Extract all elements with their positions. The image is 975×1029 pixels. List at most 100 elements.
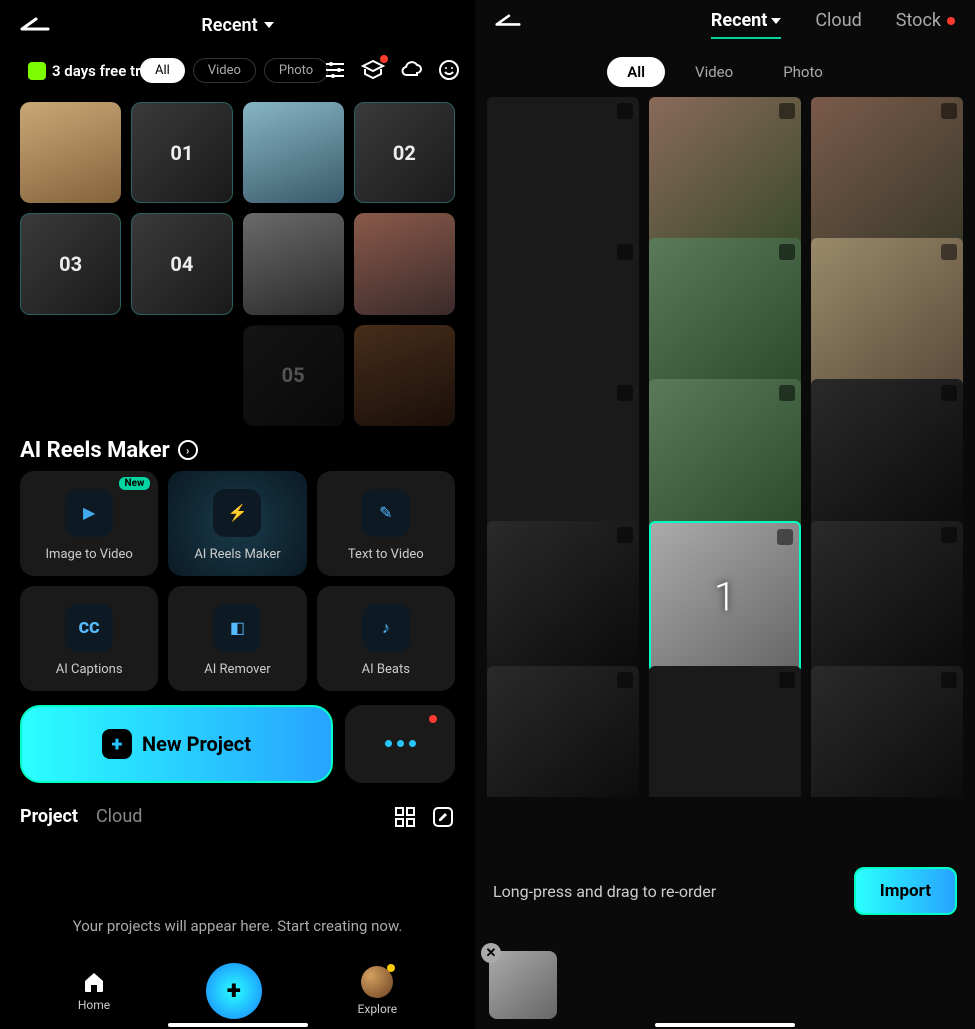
- tray-item[interactable]: ✕: [489, 951, 557, 1019]
- template-item[interactable]: [243, 102, 344, 203]
- template-item[interactable]: [243, 213, 344, 314]
- chip-all[interactable]: All: [607, 57, 665, 87]
- media-picker-screen: Recent Cloud Stock All Video Photo 1: [475, 0, 975, 1029]
- tab-recent[interactable]: Recent: [711, 10, 782, 31]
- chip-video[interactable]: Video: [675, 57, 753, 87]
- media-item[interactable]: [649, 238, 801, 390]
- template-number: 01: [170, 141, 193, 165]
- tab-stock[interactable]: Stock: [896, 10, 955, 31]
- edit-icon[interactable]: [431, 805, 455, 829]
- avatar-icon: [361, 966, 393, 998]
- remove-selection-icon[interactable]: ✕: [481, 943, 501, 963]
- music-icon: ♪: [382, 618, 390, 638]
- academy-icon[interactable]: [361, 58, 385, 82]
- section-title-text: AI Reels Maker: [20, 438, 170, 463]
- media-item[interactable]: [487, 379, 639, 531]
- expand-icon: [941, 385, 957, 401]
- media-item[interactable]: [649, 97, 801, 249]
- template-item[interactable]: 02: [354, 102, 455, 203]
- fab-create[interactable]: +: [206, 963, 262, 1019]
- expand-icon: [941, 527, 957, 543]
- plus-icon: +: [102, 729, 132, 759]
- nav-home[interactable]: Home: [78, 970, 110, 1012]
- chip-photo[interactable]: Photo: [763, 57, 843, 87]
- ai-card-label: Text to Video: [325, 547, 447, 562]
- new-project-button[interactable]: + New Project: [20, 705, 333, 783]
- ai-card-label: Image to Video: [28, 547, 150, 562]
- tab-label: Recent: [711, 10, 768, 31]
- crown-icon: [28, 62, 46, 80]
- cc-icon: CC: [79, 618, 100, 637]
- filter-video[interactable]: Video: [193, 58, 256, 83]
- expand-icon: [617, 244, 633, 260]
- tab-cloud[interactable]: Cloud: [815, 10, 861, 31]
- media-item[interactable]: [487, 521, 639, 673]
- cloud-icon[interactable]: [399, 58, 423, 82]
- filter-all[interactable]: All: [140, 58, 185, 83]
- nav-label: Explore: [358, 1002, 398, 1016]
- bolt-icon: ⚡: [228, 503, 248, 522]
- ai-text-to-video[interactable]: ✎ Text to Video: [317, 471, 455, 576]
- settings-sliders-icon[interactable]: [323, 58, 347, 82]
- import-button[interactable]: Import: [854, 867, 957, 915]
- back-arrow-icon[interactable]: [20, 15, 50, 35]
- media-item-selected[interactable]: 1: [649, 521, 801, 673]
- template-item[interactable]: 01: [131, 102, 232, 203]
- expand-icon: [617, 672, 633, 688]
- header: Recent: [0, 0, 475, 50]
- template-item[interactable]: 05: [243, 325, 344, 426]
- media-item[interactable]: [811, 238, 963, 390]
- expand-icon: [436, 218, 450, 232]
- media-item[interactable]: [649, 666, 801, 797]
- expand-icon: [617, 527, 633, 543]
- tab-label: Stock: [896, 10, 941, 31]
- import-bar: Long-press and drag to re-order Import: [475, 853, 975, 929]
- bottom-nav: Home + Explore: [0, 953, 475, 1019]
- template-item[interactable]: 03: [20, 213, 121, 314]
- media-item[interactable]: [487, 238, 639, 390]
- filter-chips-overlay: All Video Photo: [140, 58, 328, 83]
- more-menu-button[interactable]: [345, 705, 455, 783]
- expand-icon: [101, 219, 115, 233]
- template-grid: 01 02 03 04 05: [0, 102, 475, 426]
- source-tabs: Recent Cloud Stock: [711, 10, 955, 31]
- template-item[interactable]: [20, 102, 121, 203]
- tab-project[interactable]: Project: [20, 806, 78, 827]
- template-number: 03: [59, 252, 82, 276]
- home-indicator: [655, 1023, 795, 1027]
- expand-icon: [779, 244, 795, 260]
- ai-section-title[interactable]: AI Reels Maker ›: [0, 426, 475, 471]
- editor-home-screen: Recent 3 days free trial! All Video Phot…: [0, 0, 475, 1029]
- media-item[interactable]: [811, 666, 963, 797]
- expand-icon: [436, 330, 450, 344]
- ai-image-to-video[interactable]: New ▶ Image to Video: [20, 471, 158, 576]
- header-title-dropdown[interactable]: Recent: [201, 15, 273, 36]
- template-item[interactable]: 04: [131, 213, 232, 314]
- media-item[interactable]: [811, 379, 963, 531]
- media-item[interactable]: [487, 97, 639, 249]
- caret-down-icon: [771, 18, 781, 24]
- expand-icon: [213, 219, 227, 233]
- media-item[interactable]: [811, 521, 963, 673]
- template-item[interactable]: [354, 325, 455, 426]
- smile-icon[interactable]: [437, 58, 461, 82]
- grid-view-icon[interactable]: [393, 805, 417, 829]
- ai-captions[interactable]: CC AI Captions: [20, 586, 158, 691]
- media-grid[interactable]: 1: [475, 97, 975, 797]
- filter-photo[interactable]: Photo: [264, 58, 328, 83]
- tab-cloud[interactable]: Cloud: [96, 806, 142, 827]
- ai-remover[interactable]: ◧ AI Remover: [168, 586, 306, 691]
- ai-beats[interactable]: ♪ AI Beats: [317, 586, 455, 691]
- ai-reels-maker[interactable]: ⚡ AI Reels Maker: [168, 471, 306, 576]
- media-item[interactable]: [649, 379, 801, 531]
- template-item[interactable]: [354, 213, 455, 314]
- ai-card-label: AI Captions: [28, 662, 150, 677]
- back-arrow-icon[interactable]: [495, 11, 521, 31]
- expand-icon: [102, 107, 116, 121]
- eraser-icon: ◧: [230, 618, 245, 637]
- nav-label: Home: [78, 998, 110, 1012]
- media-item[interactable]: [487, 666, 639, 797]
- nav-explore[interactable]: Explore: [358, 966, 398, 1016]
- ai-tools-grid: New ▶ Image to Video ⚡ AI Reels Maker ✎ …: [0, 471, 475, 691]
- media-item[interactable]: [811, 97, 963, 249]
